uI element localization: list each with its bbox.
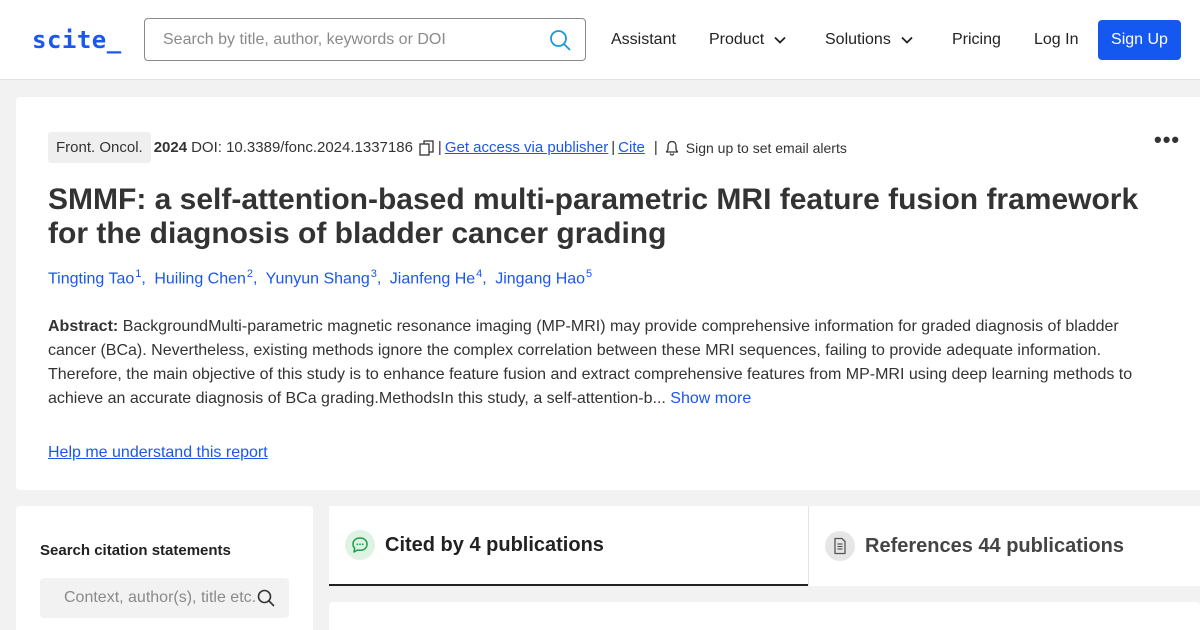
nav-product[interactable]: Product	[709, 31, 786, 49]
bell-icon[interactable]	[665, 140, 679, 156]
abstract-label: Abstract:	[48, 318, 119, 335]
speech-bubble-icon	[345, 530, 375, 560]
author-link[interactable]: Huiling Chen	[154, 270, 246, 287]
chevron-down-icon	[901, 36, 913, 44]
author-link[interactable]: Jianfeng He	[390, 270, 475, 287]
chevron-down-icon	[774, 36, 786, 44]
citation-search-panel: Search citation statements	[16, 506, 313, 630]
tab-divider	[808, 506, 809, 586]
nav-assistant-label: Assistant	[611, 31, 676, 48]
tab-references-label: References 44 publications	[865, 534, 1124, 557]
author-affiliation-number: 5	[586, 268, 593, 280]
scite-logo[interactable]: scite_	[32, 26, 122, 54]
copy-icon[interactable]	[419, 139, 435, 156]
show-more-link[interactable]: Show more	[670, 390, 751, 407]
cite-link[interactable]: Cite	[618, 139, 645, 156]
separator: |	[653, 139, 658, 156]
paper-card: Front. Oncol. 2024 DOI: 10.3389/fonc.202…	[16, 97, 1200, 490]
author-link[interactable]: Jingang Hao	[495, 270, 585, 287]
search-icon[interactable]	[549, 29, 571, 51]
nav-solutions[interactable]: Solutions	[825, 31, 913, 49]
separator: |	[437, 139, 442, 156]
author-link[interactable]: Tingting Tao	[48, 270, 134, 287]
paper-meta-row: Front. Oncol. 2024 DOI: 10.3389/fonc.202…	[48, 132, 847, 163]
tab-references[interactable]: References 44 publications	[825, 506, 1200, 586]
separator: |	[611, 139, 616, 156]
citation-tabs: Cited by 4 publications References 44 pu…	[329, 506, 1200, 586]
nav-pricing[interactable]: Pricing	[952, 31, 1001, 49]
help-understand-link[interactable]: Help me understand this report	[48, 444, 268, 462]
more-options-icon[interactable]: •••	[1154, 127, 1180, 153]
citation-search-input[interactable]	[40, 578, 255, 618]
abstract-text: BackgroundMulti-parametric magnetic reso…	[48, 318, 1133, 407]
doi-text: DOI: 10.3389/fonc.2024.1337186	[191, 139, 413, 156]
tab-cited-by[interactable]: Cited by 4 publications	[329, 506, 809, 586]
citation-search-box[interactable]	[40, 578, 289, 618]
signup-button[interactable]: Sign Up	[1098, 20, 1181, 60]
paper-title: SMMF: a self-attention-based multi-param…	[48, 183, 1139, 250]
nav-login[interactable]: Log In	[1034, 31, 1078, 49]
citation-results-panel	[329, 602, 1200, 630]
global-search-input[interactable]	[146, 20, 536, 59]
tab-cited-by-label: Cited by 4 publications	[385, 533, 604, 556]
author-list: Tingting Tao1, Huiling Chen2, Yunyun Sha…	[48, 268, 593, 288]
document-icon	[825, 531, 855, 561]
abstract: Abstract: BackgroundMulti-parametric mag…	[48, 315, 1148, 411]
nav-login-label: Log In	[1034, 31, 1079, 48]
email-alerts-link[interactable]: Sign up to set email alerts	[686, 140, 847, 156]
citation-search-label: Search citation statements	[40, 542, 231, 559]
global-search[interactable]	[144, 18, 586, 61]
nav-assistant[interactable]: Assistant	[611, 31, 676, 49]
search-icon[interactable]	[257, 589, 275, 607]
get-access-link[interactable]: Get access via publisher	[445, 139, 608, 156]
top-navigation-bar: scite_ Assistant Product Solutions Prici…	[0, 0, 1200, 80]
publication-year: 2024	[153, 139, 188, 156]
author-link[interactable]: Yunyun Shang	[266, 270, 370, 287]
nav-product-label: Product	[709, 31, 765, 48]
journal-badge[interactable]: Front. Oncol.	[48, 132, 151, 163]
nav-solutions-label: Solutions	[825, 31, 891, 48]
nav-pricing-label: Pricing	[952, 31, 1001, 48]
author-affiliation-number: 3	[370, 268, 377, 280]
